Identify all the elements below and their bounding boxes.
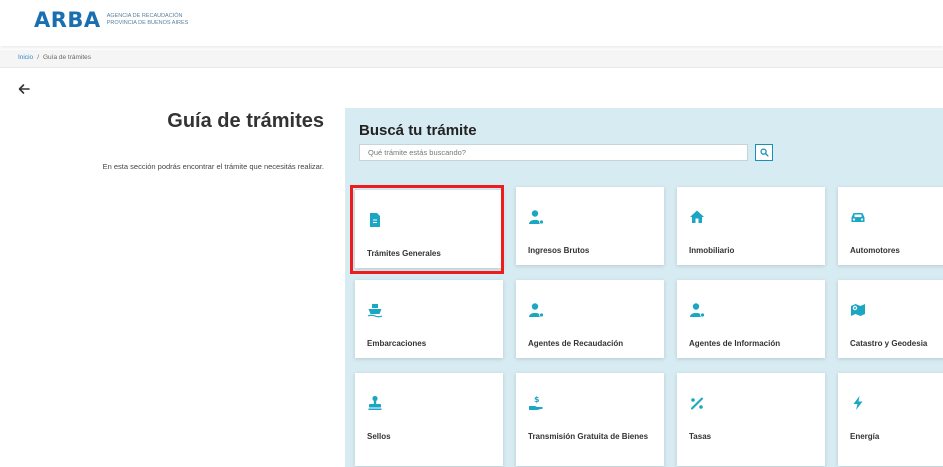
page: ARBA AGENCIA DE RECAUDACIÓN PROVINCIA DE… — [0, 0, 943, 467]
ship-icon — [367, 302, 383, 318]
card-tramites-generales[interactable]: Trámites Generales — [355, 190, 503, 268]
hand-money-icon: $ — [528, 395, 544, 411]
card-label: Automotores — [850, 246, 900, 255]
svg-text:$: $ — [534, 395, 540, 404]
card-label: Sellos — [367, 432, 391, 441]
search-button[interactable] — [755, 144, 773, 161]
card-transmision-gratuita-de-bienes[interactable]: $ Transmisión Gratuita de Bienes — [516, 373, 664, 466]
breadcrumb-bar: Inicio / Guía de trámites — [0, 50, 943, 68]
card-sellos[interactable]: Sellos — [355, 373, 503, 466]
house-icon — [689, 209, 705, 225]
card-ingresos-brutos[interactable]: Ingresos Brutos — [516, 187, 664, 265]
map-icon — [850, 302, 866, 318]
logo-wordmark: ARBA — [34, 8, 101, 32]
card-inmobiliario[interactable]: Inmobiliario — [677, 187, 825, 265]
card-label: Inmobiliario — [689, 246, 735, 255]
logo-subtitle: AGENCIA DE RECAUDACIÓN PROVINCIA DE BUEN… — [107, 13, 189, 27]
card-agentes-de-recaudacion[interactable]: Agentes de Recaudación — [516, 280, 664, 358]
card-catastro-y-geodesia[interactable]: Catastro y Geodesia — [838, 280, 943, 358]
percent-icon — [689, 395, 705, 411]
card-label: Tasas — [689, 432, 712, 441]
card-label: Catastro y Geodesia — [850, 339, 928, 348]
breadcrumb: Inicio / Guía de trámites — [18, 54, 91, 61]
card-label: Energía — [850, 432, 880, 441]
site-header: ARBA AGENCIA DE RECAUDACIÓN PROVINCIA DE… — [0, 0, 943, 46]
card-label: Trámites Generales — [367, 249, 441, 258]
user-info-icon — [689, 302, 705, 318]
search-icon — [759, 148, 769, 157]
search-input[interactable] — [359, 144, 748, 161]
card-label: Agentes de Recaudación — [528, 339, 624, 348]
card-label: Transmisión Gratuita de Bienes — [528, 432, 649, 441]
logo-subtitle-line2: PROVINCIA DE BUENOS AIRES — [106, 20, 189, 26]
breadcrumb-home-link[interactable]: Inicio — [18, 54, 33, 61]
lightning-icon — [850, 395, 866, 411]
card-tasas[interactable]: Tasas — [677, 373, 825, 466]
logo-subtitle-line1: AGENCIA DE RECAUDACIÓN — [106, 13, 183, 19]
card-label: Agentes de Información — [689, 339, 781, 348]
user-money-icon — [528, 209, 544, 225]
card-automotores[interactable]: Automotores — [838, 187, 943, 265]
breadcrumb-current: Guía de trámites — [43, 54, 92, 61]
card-label: Embarcaciones — [367, 339, 427, 348]
arba-logo[interactable]: ARBA AGENCIA DE RECAUDACIÓN PROVINCIA DE… — [34, 8, 188, 32]
stamp-icon — [367, 395, 383, 411]
back-arrow-icon[interactable] — [17, 82, 31, 96]
card-agentes-de-informacion[interactable]: Agentes de Información — [677, 280, 825, 358]
card-energia[interactable]: Energía — [838, 373, 943, 466]
card-embarcaciones[interactable]: Embarcaciones — [355, 280, 503, 358]
car-icon — [850, 209, 866, 225]
page-description: En esta sección podrás encontrar el trám… — [102, 162, 324, 171]
search-title: Buscá tu trámite — [359, 122, 477, 139]
document-icon — [367, 212, 383, 228]
card-label: Ingresos Brutos — [528, 246, 590, 255]
user-money-icon — [528, 302, 544, 318]
breadcrumb-separator: / — [37, 54, 39, 61]
page-title: Guía de trámites — [167, 110, 324, 132]
